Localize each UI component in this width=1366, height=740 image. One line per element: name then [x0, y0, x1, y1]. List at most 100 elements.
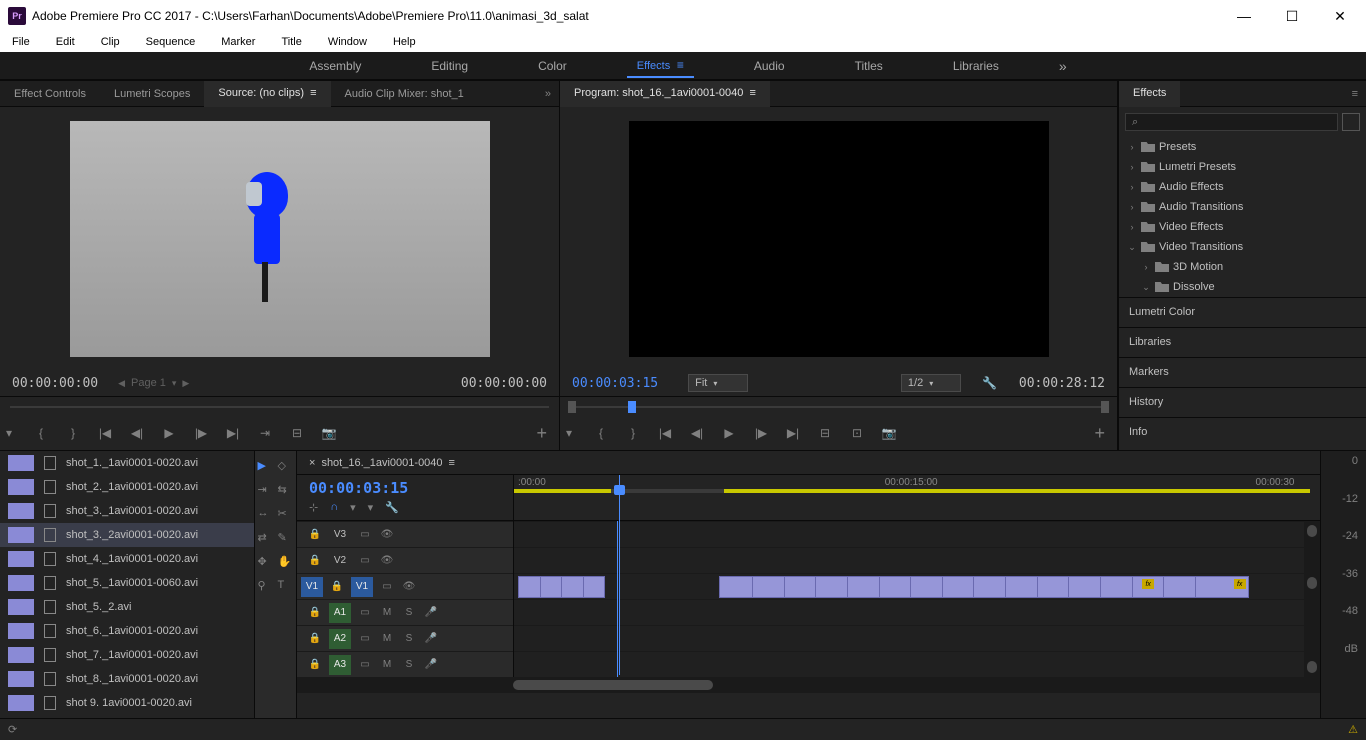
pager-next[interactable]: ▶ — [182, 378, 189, 389]
step-back-icon[interactable]: ◀| — [688, 424, 706, 442]
tool-track-select[interactable]: ◇ — [278, 459, 294, 475]
ws-color[interactable]: Color — [528, 55, 577, 77]
menu-clip[interactable]: Clip — [97, 34, 124, 50]
tool-ripple[interactable]: ⇥ — [258, 483, 274, 499]
linked-selection-icon[interactable]: ∩ — [330, 501, 338, 514]
step-fwd-icon[interactable]: |▶ — [192, 424, 210, 442]
bin-item[interactable]: shot_3._1avi0001-0020.avi — [0, 499, 254, 523]
out-icon[interactable]: } — [64, 424, 82, 442]
tree-lumetri-presets[interactable]: ›Lumetri Presets — [1119, 157, 1366, 177]
settings-icon[interactable]: 🔧 — [981, 374, 999, 392]
track-a1[interactable]: 🔒A1▭MS🎤 — [297, 599, 513, 625]
bin-item[interactable]: shot_8._1avi0001-0020.avi — [0, 667, 254, 691]
tool-zoom[interactable]: ⚲ — [258, 579, 274, 595]
tree-dissolve[interactable]: ⌄Dissolve — [1119, 277, 1366, 297]
step-fwd-icon[interactable]: |▶ — [752, 424, 770, 442]
tab-program[interactable]: Program: shot_16._1avi0001-0040 ≡ — [560, 81, 770, 107]
tool-selection[interactable]: ▶ — [258, 459, 274, 475]
step-back-icon[interactable]: ◀| — [128, 424, 146, 442]
goto-out-icon[interactable]: ▶| — [224, 424, 242, 442]
pager-prev[interactable]: ◀ — [118, 378, 125, 389]
effects-search-input[interactable] — [1125, 113, 1338, 131]
play-icon[interactable]: ▶ — [720, 424, 738, 442]
bin-item[interactable]: shot_7._1avi0001-0020.avi — [0, 643, 254, 667]
program-monitor[interactable] — [629, 121, 1049, 357]
goto-in-icon[interactable]: |◀ — [656, 424, 674, 442]
timeline-ruler[interactable]: :00:00 00:00:15:00 00:00:30 — [513, 475, 1320, 520]
side-markers[interactable]: Markers — [1119, 357, 1366, 387]
menu-sequence[interactable]: Sequence — [142, 34, 200, 50]
tree-3d-motion[interactable]: ›3D Motion — [1119, 257, 1366, 277]
minimize-button[interactable]: — — [1230, 2, 1258, 30]
source-add-button[interactable]: + — [536, 423, 547, 444]
track-v3[interactable]: 🔒V3▭👁 — [297, 521, 513, 547]
tree-audio-transitions[interactable]: ›Audio Transitions — [1119, 197, 1366, 217]
effects-panel-menu[interactable]: ≡ — [1352, 88, 1358, 100]
bin-item[interactable]: shot 9. 1avi0001-0020.avi — [0, 691, 254, 711]
program-res-dropdown[interactable]: 1/2▾ — [901, 374, 961, 392]
play-icon[interactable]: ▶ — [160, 424, 178, 442]
pager-dropdown[interactable]: ▾ — [172, 378, 177, 389]
program-tc-current[interactable]: 00:00:03:15 — [572, 376, 658, 391]
tool-rolling[interactable]: ⇆ — [278, 483, 294, 499]
sequence-tab[interactable]: × shot_16._1avi0001-0040 ≡ — [297, 451, 1320, 475]
timeline-vscroll[interactable] — [1304, 521, 1320, 677]
bin-item[interactable]: shot_4._1avi0001-0020.avi — [0, 547, 254, 571]
wrench-icon[interactable]: 🔧 — [385, 501, 399, 514]
tool-hand[interactable]: ✋ — [278, 555, 294, 571]
track-a2[interactable]: 🔒A2▭MS🎤 — [297, 625, 513, 651]
ws-overflow[interactable]: » — [1059, 58, 1067, 74]
tab-effect-controls[interactable]: Effect Controls — [0, 81, 100, 107]
ws-libraries[interactable]: Libraries — [943, 55, 1009, 77]
track-v2[interactable]: 🔒V2▭👁 — [297, 547, 513, 573]
ws-assembly[interactable]: Assembly — [299, 55, 371, 77]
goto-in-icon[interactable]: |◀ — [96, 424, 114, 442]
pager-label[interactable]: Page 1 — [131, 377, 166, 389]
menu-edit[interactable]: Edit — [52, 34, 79, 50]
program-zoom-dropdown[interactable]: Fit▾ — [688, 374, 748, 392]
goto-out-icon[interactable]: ▶| — [784, 424, 802, 442]
source-overflow[interactable]: » — [545, 88, 551, 100]
timeline-timecode[interactable]: 00:00:03:15 — [309, 479, 501, 497]
side-lumetri-color[interactable]: Lumetri Color — [1119, 297, 1366, 327]
marker-add-icon[interactable]: ▾ — [350, 501, 356, 514]
effects-new-bin-icon[interactable] — [1342, 113, 1360, 131]
bin-item[interactable]: shot_5._1avi0001-0060.avi — [0, 571, 254, 595]
timeline-hscroll[interactable] — [297, 677, 1320, 693]
tree-video-effects[interactable]: ›Video Effects — [1119, 217, 1366, 237]
tool-pen[interactable]: ✥ — [258, 555, 274, 571]
source-monitor[interactable] — [70, 121, 490, 357]
menu-window[interactable]: Window — [324, 34, 371, 50]
export-frame-icon[interactable]: 📷 — [880, 424, 898, 442]
tool-razor[interactable]: ✂ — [278, 507, 294, 523]
track-v1[interactable]: V1🔒V1▭👁 — [297, 573, 513, 599]
bin-list[interactable]: shot_1._1avi0001-0020.avishot_2._1avi000… — [0, 451, 254, 711]
maximize-button[interactable]: ☐ — [1278, 2, 1306, 30]
source-scrubber[interactable] — [0, 396, 559, 416]
snap-icon[interactable]: ⊹ — [309, 501, 318, 514]
in-icon[interactable]: { — [32, 424, 50, 442]
warning-icon[interactable]: ⚠ — [1348, 723, 1358, 736]
tab-lumetri-scopes[interactable]: Lumetri Scopes — [100, 81, 204, 107]
tab-audio-mixer[interactable]: Audio Clip Mixer: shot_1 — [331, 81, 478, 107]
export-frame-icon[interactable]: 📷 — [320, 424, 338, 442]
extract-icon[interactable]: ⊡ — [848, 424, 866, 442]
timeline-settings-icon[interactable]: ▾ — [368, 501, 374, 514]
tree-audio-effects[interactable]: ›Audio Effects — [1119, 177, 1366, 197]
add-marker-icon[interactable]: ▾ — [560, 424, 578, 442]
menu-help[interactable]: Help — [389, 34, 420, 50]
tab-source[interactable]: Source: (no clips) ≡ — [204, 81, 330, 107]
tool-rate[interactable]: ↔ — [258, 507, 274, 523]
bin-item[interactable]: shot_5._2.avi — [0, 595, 254, 619]
tab-effects-panel[interactable]: Effects — [1119, 81, 1180, 107]
program-add-button[interactable]: + — [1094, 423, 1105, 444]
clip-1[interactable] — [518, 576, 605, 598]
ws-editing[interactable]: Editing — [421, 55, 478, 77]
ws-audio[interactable]: Audio — [744, 55, 795, 77]
tool-slip[interactable]: ⇄ — [258, 531, 274, 547]
menu-file[interactable]: File — [8, 34, 34, 50]
bin-item[interactable]: shot_1._1avi0001-0020.avi — [0, 451, 254, 475]
ws-effects[interactable]: Effects ≡ — [627, 54, 694, 78]
menu-title[interactable]: Title — [277, 34, 305, 50]
tool-slide[interactable]: ✎ — [278, 531, 294, 547]
